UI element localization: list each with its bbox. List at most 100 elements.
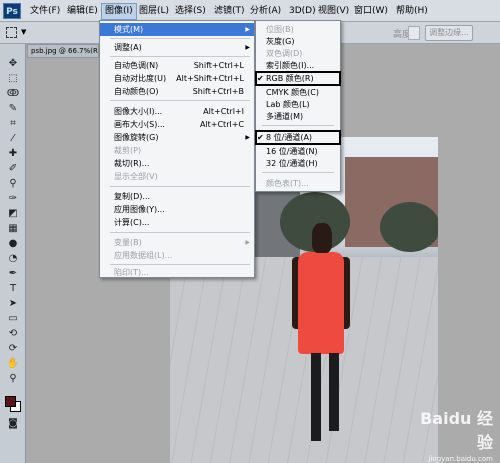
baidu-watermark: Baidu 经验 jingyan.baidu.com (413, 405, 493, 463)
menu-separator (262, 172, 334, 173)
crop-icon[interactable]: ⌗ (4, 118, 22, 130)
pen-icon[interactable]: ✒ (4, 268, 22, 280)
menu-item-label: 复制(D)... (114, 192, 151, 201)
menu-item-label: 灰度(G) (266, 37, 295, 46)
person-red-dress (298, 252, 344, 354)
menu-item-apply-image[interactable]: 应用图像(Y)... (100, 204, 254, 215)
menu-select[interactable]: 选择(S) (172, 3, 209, 20)
menu-item-label: RGB 颜色(R) (266, 74, 314, 83)
submenu-arrow-icon: ▶ (245, 134, 250, 141)
menu-item-label: 自动颜色(O) (114, 87, 159, 96)
mode-item-duotone: 双色调(D) (256, 48, 340, 59)
menu-item-label: 裁切(R)... (114, 159, 150, 168)
document-tab[interactable]: psb.jpg @ 66.7%(RGB (27, 44, 99, 58)
menu-item-label: 应用图像(Y)... (114, 205, 165, 214)
clone-stamp-icon[interactable]: ⚲ (4, 178, 22, 190)
foreground-color-swatch[interactable] (5, 396, 16, 407)
menu-item-adjustments[interactable]: 调整(A) ▶ (100, 42, 254, 53)
menu-file[interactable]: 文件(F) (27, 3, 63, 20)
move-icon[interactable]: ✥ (4, 58, 22, 70)
menu-item-auto-tone[interactable]: 自动色调(N) Shift+Ctrl+L (100, 60, 254, 71)
3d-orbit-icon[interactable]: ⟳ (4, 343, 22, 355)
image-menu-dropdown: 模式(M) ▶ 调整(A) ▶ 自动色调(N) Shift+Ctrl+L 自动对… (99, 20, 255, 278)
refine-edge-button[interactable]: 调整边缘... (425, 25, 473, 41)
menu-item-calculations[interactable]: 计算(C)... (100, 217, 254, 228)
mode-item-lab-color[interactable]: Lab 颜色(L) (256, 99, 340, 110)
menu-item-image-size[interactable]: 图像大小(I)... Alt+Ctrl+I (100, 106, 254, 117)
mode-item-8-bit[interactable]: ✔ 8 位/通道(A) (255, 130, 341, 145)
tree (380, 202, 438, 252)
menu-item-label: 显示全部(V) (114, 172, 158, 181)
menu-item-label: 8 位/通道(A) (266, 133, 313, 142)
person-leg (329, 353, 339, 431)
type-icon[interactable]: T (4, 283, 22, 295)
mode-item-indexed-color[interactable]: 索引颜色(I)... (256, 60, 340, 71)
mode-item-cmyk-color[interactable]: CMYK 颜色(C) (256, 87, 340, 98)
tool-preset-picker[interactable]: ▼ (6, 26, 30, 40)
zoom-icon[interactable]: ⚲ (4, 373, 22, 385)
rect-marquee-icon (6, 27, 17, 38)
menu-item-auto-contrast[interactable]: 自动对比度(U) Alt+Shift+Ctrl+L (100, 73, 254, 84)
mode-item-bitmap: 位图(B) (256, 24, 340, 35)
menu-help[interactable]: 帮助(H) (393, 3, 431, 20)
menu-item-image-rotation[interactable]: 图像旋转(G) ▶ (100, 132, 254, 143)
toolbox: ✥ ⬚ ↂ ✎ ⌗ ⁄ ✚ ✐ ⚲ ✑ ◩ ▦ ● ◔ ✒ T ➤ ▭ ⟲ ⟳ … (0, 44, 26, 463)
menu-item-label: 颜色表(T)... (266, 179, 309, 188)
menu-item-canvas-size[interactable]: 画布大小(S)... Alt+Ctrl+C (100, 119, 254, 130)
mode-item-grayscale[interactable]: 灰度(G) (256, 36, 340, 47)
mode-item-color-table: 颜色表(T)... (256, 178, 340, 189)
menu-item-auto-color[interactable]: 自动颜色(O) Shift+Ctrl+B (100, 86, 254, 97)
watermark-url: jingyan.baidu.com (428, 455, 493, 463)
menu-item-label: 图像旋转(G) (114, 133, 159, 142)
menu-item-duplicate[interactable]: 复制(D)... (100, 191, 254, 202)
menu-analysis[interactable]: 分析(A) (247, 3, 284, 20)
3d-rotate-icon[interactable]: ⟲ (4, 328, 22, 340)
menu-separator (262, 125, 334, 126)
brush-icon[interactable]: ✐ (4, 163, 22, 175)
lasso-icon[interactable]: ↂ (4, 88, 22, 100)
menu-item-trim[interactable]: 裁切(R)... (100, 158, 254, 169)
menu-separator (110, 264, 250, 265)
blur-icon[interactable]: ● (4, 238, 22, 250)
submenu-arrow-icon: ▶ (245, 239, 250, 246)
mode-item-32-bit[interactable]: 32 位/通道(H) (256, 158, 340, 169)
menu-item-label: 陷印(T)... (114, 268, 149, 277)
menu-window[interactable]: 窗口(W) (351, 3, 391, 20)
height-field[interactable] (408, 26, 420, 40)
menu-item-label: 32 位/通道(H) (266, 159, 318, 168)
quick-mask-icon[interactable]: ◙ (4, 418, 22, 430)
marquee-icon[interactable]: ⬚ (4, 73, 22, 85)
menu-item-label: 索引颜色(I)... (266, 61, 315, 70)
quick-select-icon[interactable]: ✎ (4, 103, 22, 115)
menu-3d[interactable]: 3D(D) (286, 3, 319, 20)
menu-separator (110, 56, 250, 57)
menu-item-shortcut: Shift+Ctrl+B (192, 87, 244, 96)
menu-separator (110, 232, 250, 233)
gradient-icon[interactable]: ▦ (4, 223, 22, 235)
eyedropper-icon[interactable]: ⁄ (4, 133, 22, 145)
hand-icon[interactable]: ✋ (4, 358, 22, 370)
shape-icon[interactable]: ▭ (4, 313, 22, 325)
menu-item-label: 图像大小(I)... (114, 107, 163, 116)
menu-layer[interactable]: 图层(L) (136, 3, 172, 20)
menu-item-mode[interactable]: 模式(M) ▶ (100, 23, 254, 36)
menu-item-label: 调整(A) (114, 43, 142, 52)
menu-image[interactable]: 图像(I) (101, 3, 137, 20)
mode-item-16-bit[interactable]: 16 位/通道(N) (256, 146, 340, 157)
eraser-icon[interactable]: ◩ (4, 208, 22, 220)
dodge-icon[interactable]: ◔ (4, 253, 22, 265)
history-brush-icon[interactable]: ✑ (4, 193, 22, 205)
menu-separator (110, 38, 250, 39)
menu-item-label: 双色调(D) (266, 49, 303, 58)
path-select-icon[interactable]: ➤ (4, 298, 22, 310)
menu-view[interactable]: 视图(V) (315, 3, 352, 20)
menu-item-shortcut: Alt+Ctrl+C (199, 120, 244, 129)
mode-item-multichannel[interactable]: 多通道(M) (256, 111, 340, 122)
healing-brush-icon[interactable]: ✚ (4, 148, 22, 160)
menu-item-shortcut: Alt+Shift+Ctrl+L (176, 74, 244, 83)
menu-edit[interactable]: 编辑(E) (64, 3, 101, 20)
menu-filter[interactable]: 滤镜(T) (211, 3, 248, 20)
chevron-down-icon: ▼ (21, 28, 27, 36)
mode-item-rgb-color[interactable]: ✔ RGB 颜色(R) (255, 71, 341, 86)
person-leg (311, 353, 321, 441)
